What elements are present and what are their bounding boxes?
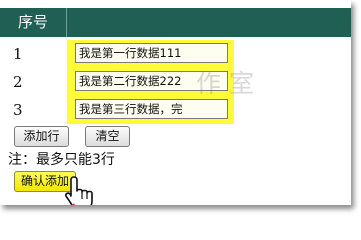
table-row: 2 <box>0 68 351 96</box>
row-index: 1 <box>13 45 23 63</box>
header-data <box>67 8 351 37</box>
header-index: 序号 <box>0 8 67 37</box>
row-input-1[interactable] <box>75 43 228 63</box>
table-header: 序号 <box>0 8 351 37</box>
row-input-3[interactable] <box>75 99 228 119</box>
table-row: 1 <box>0 40 351 68</box>
row-index: 2 <box>13 73 23 91</box>
page-frame: 序号 1 2 3 作室 添加行 清空 注：最多只能3行 确认添加 <box>0 0 351 205</box>
hand-pointer-icon <box>65 176 93 205</box>
row-index: 3 <box>13 101 23 119</box>
row-limit-note: 注：最多只能3行 <box>8 152 115 168</box>
clear-button[interactable]: 清空 <box>85 126 130 147</box>
watermark: 作室 <box>196 69 263 98</box>
add-row-button[interactable]: 添加行 <box>14 126 69 147</box>
table-row: 3 <box>0 96 351 124</box>
